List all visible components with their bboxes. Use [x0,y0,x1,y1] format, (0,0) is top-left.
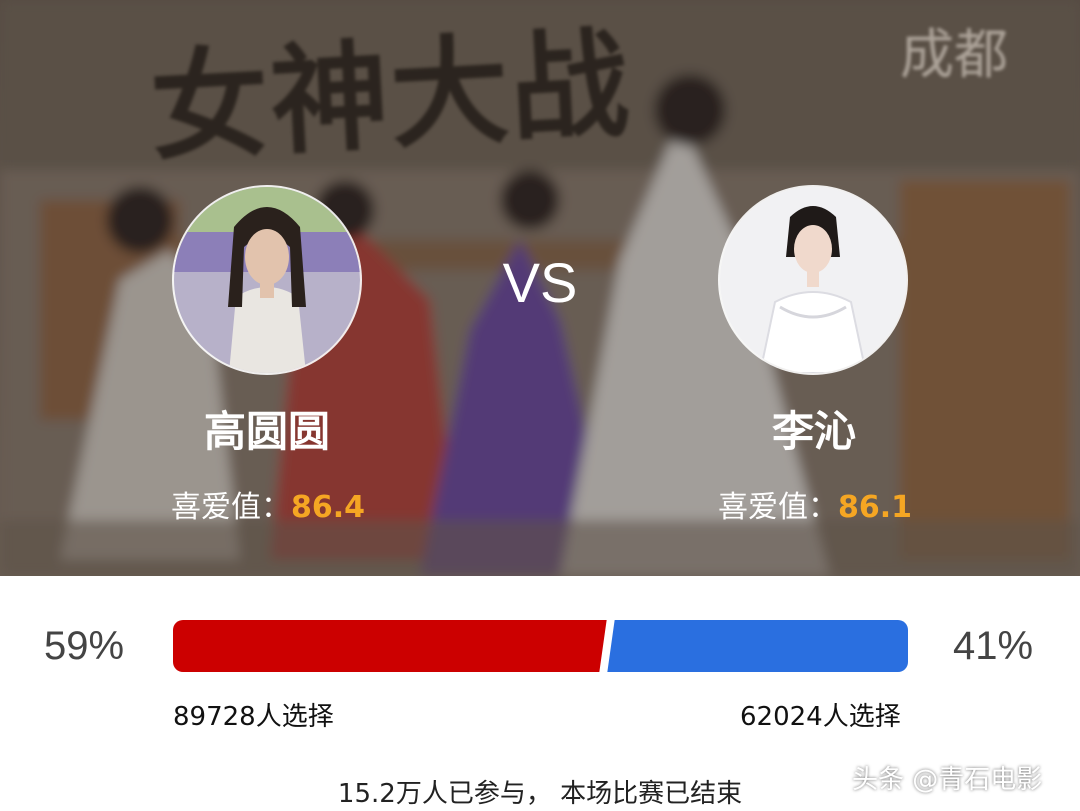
vs-label: VS [502,251,578,314]
vote-bar-left-segment[interactable] [173,620,607,672]
banner-seal-art: 成都 [900,23,1008,86]
score-left-label: 喜爱值： [170,490,291,525]
score-left-value: 86.4 [290,490,366,525]
vote-bar-right-segment[interactable] [607,620,908,672]
right-percent: 41% [953,624,1034,668]
left-vote-count: 89728人选择 [173,702,334,732]
portrait-left-image [174,187,360,373]
banner: 女神大战 成都 VS 高圆圆 李沁 喜爱值：86.4 喜爱值：86.1 [0,0,1080,576]
left-percent: 59% [44,624,125,668]
contestant-left-name: 高圆圆 [203,407,330,456]
contestant-right-avatar[interactable] [720,187,906,373]
portrait-right-image [720,187,906,373]
score-right-value: 86.1 [837,490,913,525]
right-vote-count: 62024人选择 [740,702,901,732]
contestant-left-score: 喜爱值：86.4 [108,482,428,526]
banner-title-art: 女神大战 [147,13,634,178]
watermark: 头条 @青石电影 [852,765,1043,795]
contestant-right-score: 喜爱值：86.1 [655,482,975,526]
vote-bar[interactable] [173,620,908,672]
score-right-label: 喜爱值： [717,490,838,525]
contestant-left-avatar[interactable] [174,187,360,373]
contestant-right-name: 李沁 [771,407,856,456]
